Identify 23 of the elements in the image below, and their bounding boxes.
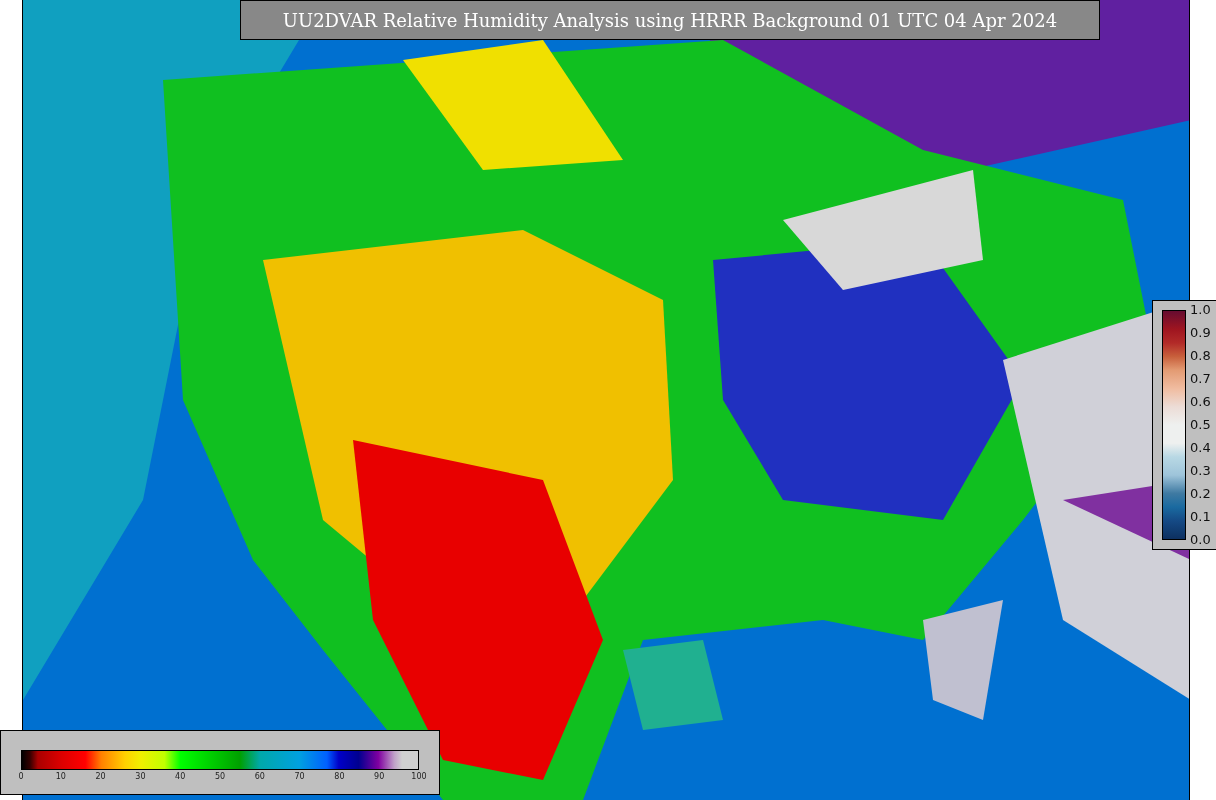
colorbar-tick-label: 0.0 xyxy=(1190,532,1211,548)
colorbar-tick-label: 1.0 xyxy=(1190,302,1211,318)
colorbar-tick-label: 0.3 xyxy=(1190,463,1211,479)
colorbar-tick-label: 0.5 xyxy=(1190,417,1211,433)
colorbar-tick-label: 60 xyxy=(254,772,265,781)
colorbar-tick-label: 100 xyxy=(411,772,427,781)
colorbar-tick-label: 0.6 xyxy=(1190,394,1211,410)
colorbar-tick-label: 0.2 xyxy=(1190,486,1211,502)
colorbar-tick-label: 0.7 xyxy=(1190,371,1211,387)
colorbar-tick-label: 0.1 xyxy=(1190,509,1211,525)
colorbar-tick-label: 50 xyxy=(214,772,226,781)
colorbar-tick-label: 70 xyxy=(294,772,305,781)
colorbar-tick-label: 80 xyxy=(334,772,345,781)
colorbar-tick-label: 0 xyxy=(18,772,24,781)
colorbar-tick-label: 40 xyxy=(175,772,186,781)
colorbar-tick-label: 0.4 xyxy=(1190,440,1211,456)
colorbar-tick-label: 90 xyxy=(374,772,385,781)
colorbar-tick-label: 10 xyxy=(55,772,66,781)
colorbar-tick-label: 0.8 xyxy=(1190,348,1211,364)
map-title: UU2DVAR Relative Humidity Analysis using HRRR Background 01 UTC 04 Apr 2024 xyxy=(240,0,1100,40)
colorbar-tick-label: 30 xyxy=(135,772,146,781)
colorbar-tick-label: 20 xyxy=(95,772,106,781)
colorbar-tick-label: 0.9 xyxy=(1190,325,1211,341)
